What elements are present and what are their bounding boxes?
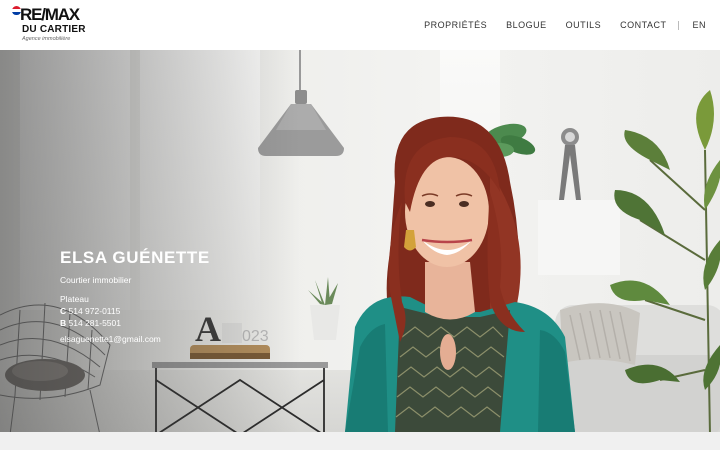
remax-logo[interactable]: RE/MAX DU CARTIER Agence immobilière xyxy=(12,5,92,43)
nav-item-proprietes[interactable]: PROPRIÉTÉS xyxy=(424,20,487,30)
section-divider xyxy=(0,432,720,450)
agent-email-link[interactable]: elsaguenette1@gmail.com xyxy=(60,334,161,344)
agent-area: Plateau xyxy=(60,294,89,304)
language-toggle[interactable]: EN xyxy=(692,20,706,30)
agent-name: ELSA GUÉNETTE xyxy=(60,248,210,267)
phone-type-label: B xyxy=(60,318,67,328)
phone-cell[interactable]: C 514 972-0115 xyxy=(60,305,210,317)
nav-divider xyxy=(678,20,680,30)
nav-item-outils[interactable]: OUTILS xyxy=(566,20,602,30)
logo-tagline: Agence immobilière xyxy=(22,36,71,42)
phone-number: 514 972-0115 xyxy=(68,306,121,316)
logo-subtitle: DU CARTIER xyxy=(22,24,86,35)
agent-hero: A 023 xyxy=(0,50,720,432)
agent-title: Courtier immobilier xyxy=(60,275,132,285)
text-shade xyxy=(0,50,300,432)
large-plant xyxy=(610,90,720,432)
main-nav: PROPRIÉTÉS BLOGUE OUTILS CONTACT EN xyxy=(405,0,720,50)
agent-portrait xyxy=(345,116,575,432)
phone-number: 514 281-5501 xyxy=(68,318,121,328)
logo-brand: RE/MAX xyxy=(20,5,80,24)
phone-office[interactable]: B 514 281-5501 xyxy=(60,317,210,329)
agent-info: ELSA GUÉNETTE Courtier immobilier Platea… xyxy=(60,248,210,347)
site-header: RE/MAX DU CARTIER Agence immobilière PRO… xyxy=(0,0,720,50)
phone-type-label: C xyxy=(60,306,67,316)
nav-item-blogue[interactable]: BLOGUE xyxy=(506,20,547,30)
nav-item-contact[interactable]: CONTACT xyxy=(620,20,666,30)
